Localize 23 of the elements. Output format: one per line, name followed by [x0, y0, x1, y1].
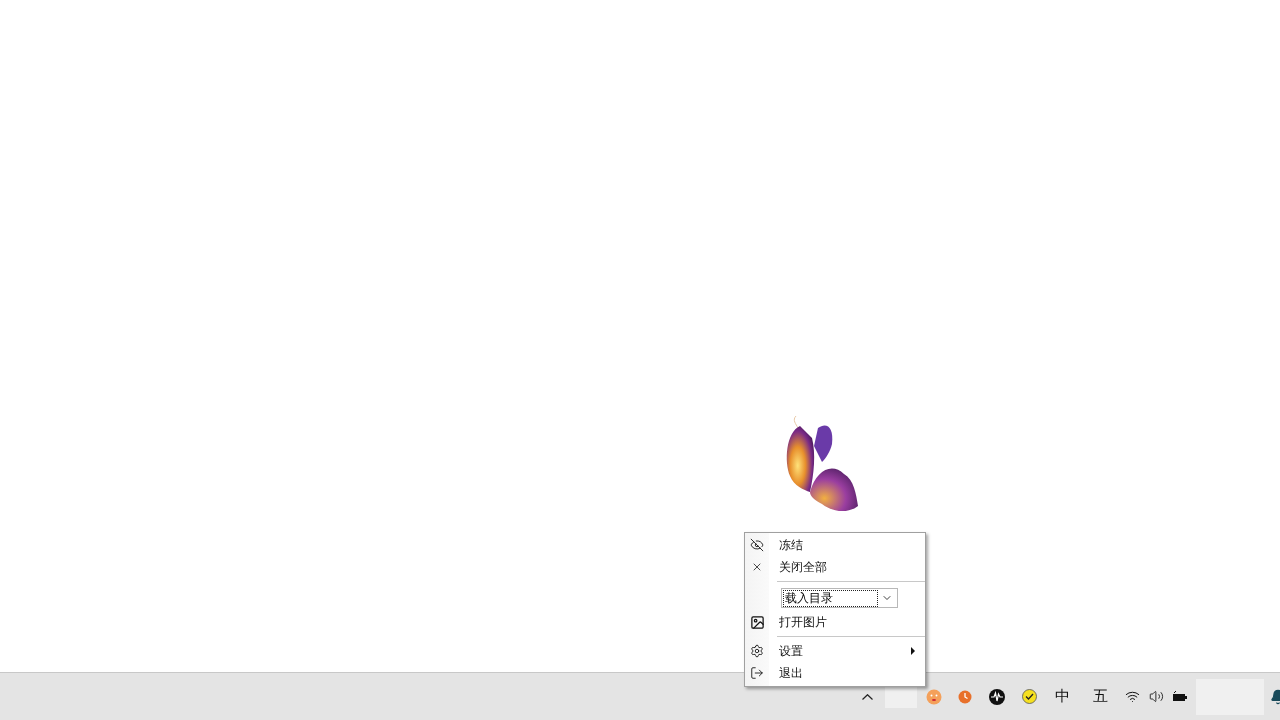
picture-icon: [749, 614, 765, 630]
input-method-indicator[interactable]: 五: [1080, 676, 1121, 717]
menu-item[interactable]: 关闭全部: [745, 556, 925, 578]
smiley-face-icon: [925, 688, 942, 705]
menu-item[interactable]: 退出: [745, 662, 925, 684]
chevron-up-icon: [862, 693, 874, 700]
waveform-icon: [989, 688, 1006, 705]
input-method-indicator[interactable]: 中: [1045, 676, 1081, 717]
directory-dropdown[interactable]: 载入目录: [781, 588, 898, 608]
clock-icon: [958, 689, 973, 704]
submenu-item[interactable]: 设置: [745, 640, 925, 662]
submenu-arrow-icon: [911, 647, 915, 655]
tray-blank-slot: [884, 685, 917, 708]
exit-icon: [750, 666, 764, 680]
eye-off-icon: [750, 538, 764, 552]
settings-icon: [750, 644, 764, 658]
checkmark-icon: [1021, 689, 1037, 704]
wifi-icon: [1125, 689, 1141, 704]
close-icon: [751, 561, 763, 573]
battery-icon: [1172, 690, 1189, 703]
menu-item[interactable]: 打开图片: [745, 611, 925, 633]
menu-item[interactable]: 冻结: [745, 534, 925, 556]
speaker-icon: [1149, 689, 1165, 704]
